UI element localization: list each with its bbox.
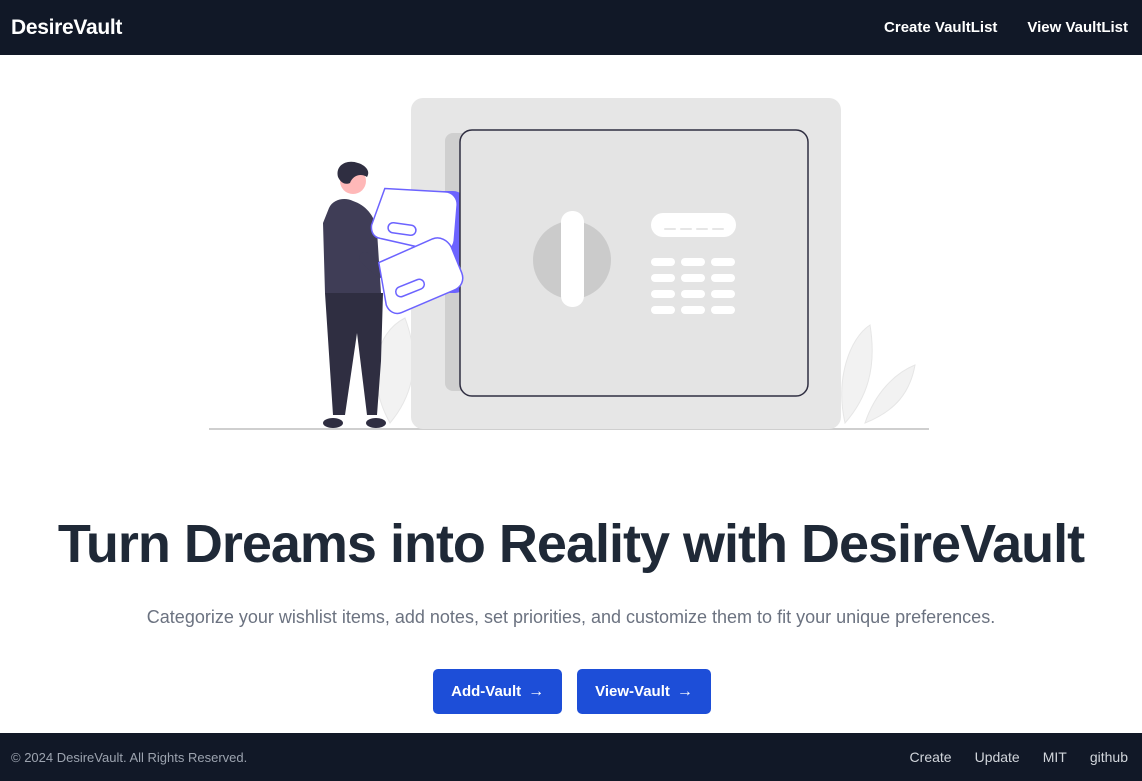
footer-link-create[interactable]: Create xyxy=(910,749,952,765)
footer-link-github[interactable]: github xyxy=(1090,749,1128,765)
safe-door xyxy=(459,129,809,397)
view-vault-button[interactable]: View-Vault → xyxy=(577,669,711,714)
safe-handle xyxy=(561,211,584,307)
hero-illustration xyxy=(209,98,929,430)
nav-links: Create VaultList View VaultList xyxy=(884,19,1128,36)
add-vault-label: Add-Vault xyxy=(451,683,522,700)
hero-actions: Add-Vault → View-Vault → xyxy=(0,669,1142,714)
hero-subtitle: Categorize your wishlist items, add note… xyxy=(146,607,996,627)
brand-logo[interactable]: DesireVault xyxy=(11,16,122,40)
add-vault-button[interactable]: Add-Vault → xyxy=(433,669,563,714)
nav-link-view-vaultlist[interactable]: View VaultList xyxy=(1027,19,1128,36)
hero-headline: Turn Dreams into Reality with DesireVaul… xyxy=(57,514,1085,574)
footer-link-update[interactable]: Update xyxy=(975,749,1020,765)
safe-display xyxy=(651,213,736,237)
nav-link-create-vaultlist[interactable]: Create VaultList xyxy=(884,19,997,36)
view-vault-label: View-Vault xyxy=(595,683,670,700)
navbar: DesireVault Create VaultList View VaultL… xyxy=(0,0,1142,55)
arrow-right-icon: → xyxy=(676,682,693,700)
footer-links: Create Update MIT github xyxy=(910,749,1128,765)
arrow-right-icon: → xyxy=(528,682,545,700)
footer: © 2024 DesireVault. All Rights Reserved.… xyxy=(0,733,1142,781)
copyright-text: © 2024 DesireVault. All Rights Reserved. xyxy=(11,749,248,765)
footer-link-mit[interactable]: MIT xyxy=(1043,749,1067,765)
